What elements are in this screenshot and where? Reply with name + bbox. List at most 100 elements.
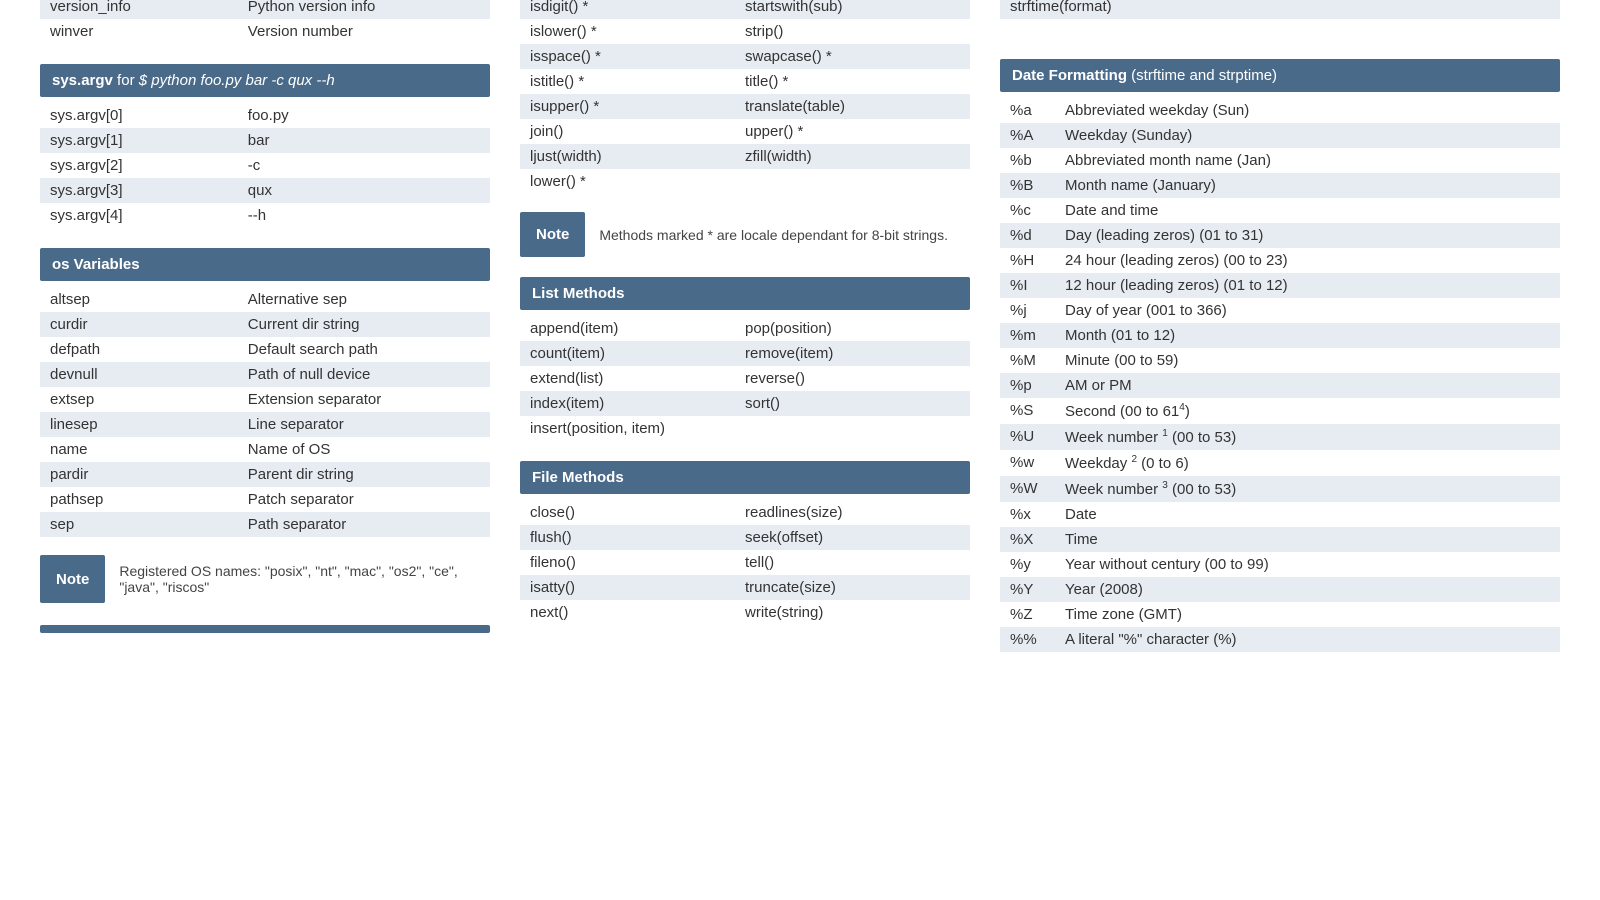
os-var-table: altsepAlternative sepcurdirCurrent dir s… xyxy=(40,287,490,537)
cell-key: index(item) xyxy=(530,395,745,412)
cell-val: Year (2008) xyxy=(1065,581,1550,598)
cell-key: %a xyxy=(1010,102,1065,119)
cell-key: defpath xyxy=(50,341,248,358)
cell-key: extend(list) xyxy=(530,370,745,387)
cell-key: lower() * xyxy=(530,173,745,190)
cell-key: %w xyxy=(1010,454,1065,472)
table-row: sys.argv[4]--h xyxy=(40,203,490,228)
sys-argv-table: sys.argv[0]foo.pysys.argv[1]barsys.argv[… xyxy=(40,103,490,228)
cell-val: Current dir string xyxy=(248,316,480,333)
table-row: isupper() *translate(table) xyxy=(520,94,970,119)
table-row: nameName of OS xyxy=(40,437,490,462)
table-row: istitle() *title() * xyxy=(520,69,970,94)
table-row: %XTime xyxy=(1000,527,1560,552)
string-methods-table: isdigit() *startswith(sub)islower() *str… xyxy=(520,0,970,194)
cell-key: flush() xyxy=(530,529,745,546)
cell-val: --h xyxy=(248,207,480,224)
table-row: next()write(string) xyxy=(520,600,970,625)
table-row: close()readlines(size) xyxy=(520,500,970,525)
table-row: extsepExtension separator xyxy=(40,387,490,412)
table-row: sys.argv[3]qux xyxy=(40,178,490,203)
cell-val: AM or PM xyxy=(1065,377,1550,394)
table-row: append(item)pop(position) xyxy=(520,316,970,341)
table-row: %YYear (2008) xyxy=(1000,577,1560,602)
cell-val: -c xyxy=(248,157,480,174)
table-row: %ZTime zone (GMT) xyxy=(1000,602,1560,627)
cell-val: Day (leading zeros) (01 to 31) xyxy=(1065,227,1550,244)
table-row: islower() *strip() xyxy=(520,19,970,44)
table-row: sys.argv[2]-c xyxy=(40,153,490,178)
cell-key: isatty() xyxy=(530,579,745,596)
note-label: Note xyxy=(40,555,105,603)
cell-key: %Z xyxy=(1010,606,1065,623)
table-row: ljust(width)zfill(width) xyxy=(520,144,970,169)
cell-key: insert(position, item) xyxy=(530,420,745,437)
list-methods-header: List Methods xyxy=(520,277,970,310)
next-header-stub xyxy=(40,625,490,633)
cell-val: Time xyxy=(1065,531,1550,548)
cell-key: isspace() * xyxy=(530,48,745,65)
cell-val: A literal "%" character (%) xyxy=(1065,631,1550,648)
cell-key: isdigit() * xyxy=(530,0,745,15)
cell-val: remove(item) xyxy=(745,345,960,362)
table-row: %AWeekday (Sunday) xyxy=(1000,123,1560,148)
cell-key: %x xyxy=(1010,506,1065,523)
os-var-header: os Variables xyxy=(40,248,490,281)
header-bold: sys.argv xyxy=(52,72,113,89)
cell-val: upper() * xyxy=(745,123,960,140)
cell-key: %X xyxy=(1010,531,1065,548)
cell-val: seek(offset) xyxy=(745,529,960,546)
table-row: %dDay (leading zeros) (01 to 31) xyxy=(1000,223,1560,248)
note-label: Note xyxy=(520,212,585,257)
cell-val: Patch separator xyxy=(248,491,480,508)
cell-val: strip() xyxy=(745,23,960,40)
cell-key: %b xyxy=(1010,152,1065,169)
table-row: isatty()truncate(size) xyxy=(520,575,970,600)
cell-val xyxy=(745,420,960,437)
note-body: Methods marked * are locale dependant fo… xyxy=(585,212,970,257)
table-row: %MMinute (00 to 59) xyxy=(1000,348,1560,373)
table-row: %aAbbreviated weekday (Sun) xyxy=(1000,98,1560,123)
table-row: index(item)sort() xyxy=(520,391,970,416)
cell-key: append(item) xyxy=(530,320,745,337)
cell-key: %A xyxy=(1010,127,1065,144)
file-methods-header: File Methods xyxy=(520,461,970,494)
list-methods-table: append(item)pop(position) count(item)remo… xyxy=(520,316,970,441)
cell-key: sys.argv[0] xyxy=(50,107,248,124)
table-row: %pAM or PM xyxy=(1000,373,1560,398)
cell-val: bar xyxy=(248,132,480,149)
table-row: %mMonth (01 to 12) xyxy=(1000,323,1560,348)
cell-val: translate(table) xyxy=(745,98,960,115)
cell-key: sys.argv[2] xyxy=(50,157,248,174)
table-row: sepPath separator xyxy=(40,512,490,537)
cell-key: next() xyxy=(530,604,745,621)
table-row: lower() * xyxy=(520,169,970,194)
cell-key: count(item) xyxy=(530,345,745,362)
cell-key: extsep xyxy=(50,391,248,408)
cell-key: isupper() * xyxy=(530,98,745,115)
cell-key: fileno() xyxy=(530,554,745,571)
cell-key: %j xyxy=(1010,302,1065,319)
table-row: extend(list)reverse() xyxy=(520,366,970,391)
cell-val: Year without century (00 to 99) xyxy=(1065,556,1550,573)
cell-key: %d xyxy=(1010,227,1065,244)
table-row: sys.argv[0]foo.py xyxy=(40,103,490,128)
table-row: isdigit() *startswith(sub) xyxy=(520,0,970,19)
cheatsheet-columns: version_info Python version info winver … xyxy=(40,0,1560,652)
sys-argv-header: sys.argv for $ python foo.py bar -c qux … xyxy=(40,64,490,97)
cell-key: sys.argv[4] xyxy=(50,207,248,224)
cell-val: Abbreviated weekday (Sun) xyxy=(1065,102,1550,119)
table-row: %wWeekday 2 (0 to 6) xyxy=(1000,450,1560,476)
cell-val: Version number xyxy=(248,23,480,40)
cell-key: linesep xyxy=(50,416,248,433)
table-row: %UWeek number 1 (00 to 53) xyxy=(1000,424,1560,450)
cell-val: Parent dir string xyxy=(248,466,480,483)
cell-key: %y xyxy=(1010,556,1065,573)
date-fmt-table: %aAbbreviated weekday (Sun)%AWeekday (Su… xyxy=(1000,98,1560,652)
os-note: Note Registered OS names: "posix", "nt",… xyxy=(40,555,490,603)
cell-val: write(string) xyxy=(745,604,960,621)
table-row: pathsepPatch separator xyxy=(40,487,490,512)
cell-key: sys.argv[1] xyxy=(50,132,248,149)
cell-key: version_info xyxy=(50,0,248,15)
cell-val: Extension separator xyxy=(248,391,480,408)
